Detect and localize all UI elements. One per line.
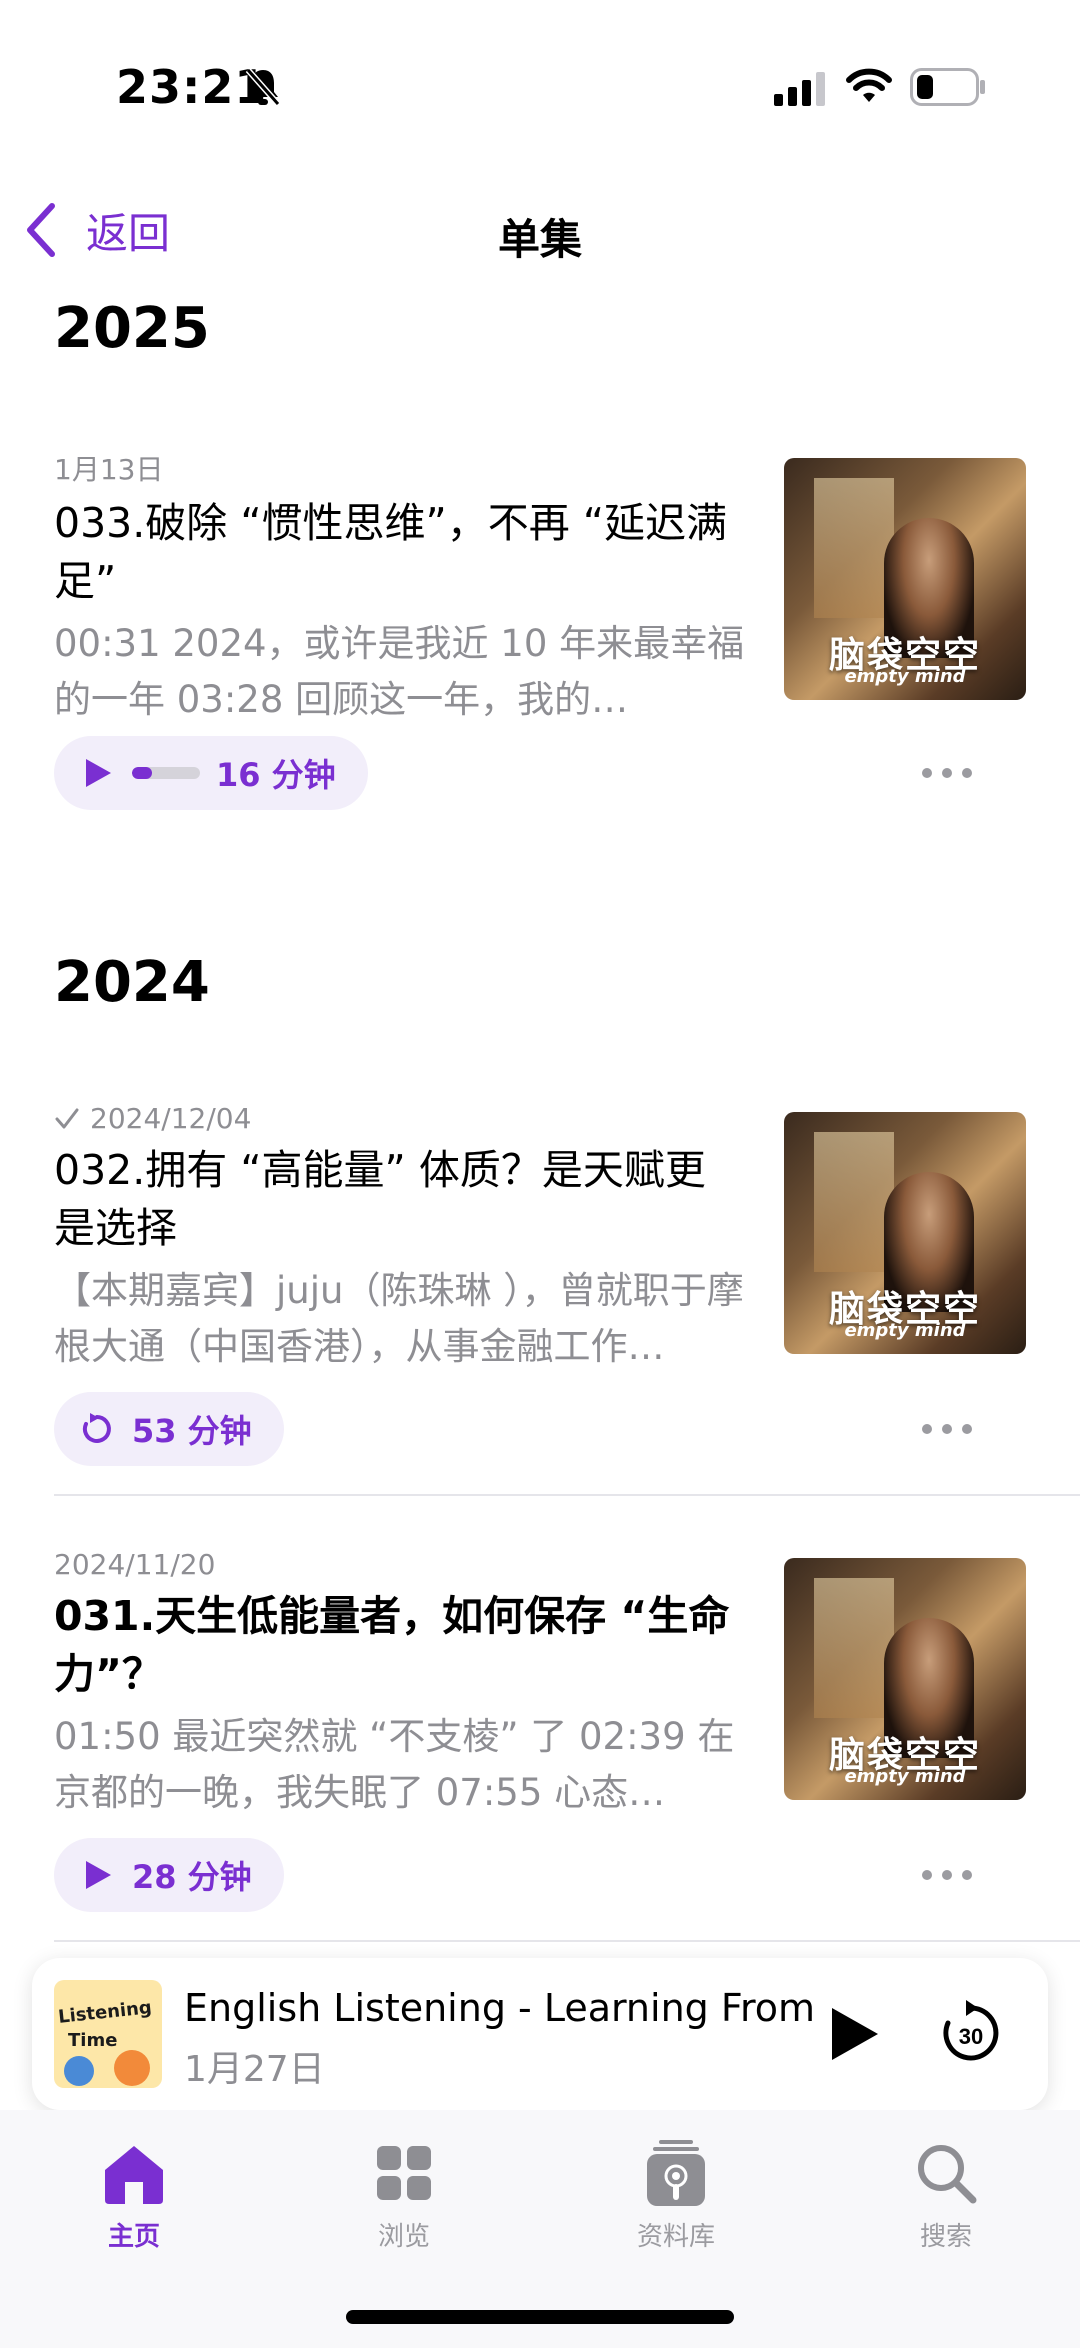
artwork-subtitle: empty mind bbox=[844, 1766, 966, 1787]
mini-art-text: Time bbox=[68, 2030, 118, 2051]
dot-icon bbox=[942, 1870, 952, 1880]
tab-library[interactable]: 资料库 bbox=[586, 2138, 766, 2278]
search-icon bbox=[918, 2145, 977, 2204]
episode-description: 00:31 2024，或许是我近 10 年来最幸福的一年 03:28 回顾这一年… bbox=[54, 622, 745, 721]
more-options-button[interactable] bbox=[922, 1865, 972, 1885]
dot-icon bbox=[922, 768, 932, 778]
dot-icon bbox=[922, 1870, 932, 1880]
status-bar: 23:21 bbox=[0, 0, 1080, 170]
episode-title: 032.拥有 “高能量” 体质？是天赋更是选择 bbox=[54, 1146, 706, 1252]
play-button[interactable]: 16 分钟 bbox=[54, 736, 368, 810]
dot-icon bbox=[962, 1870, 972, 1880]
page-title: 单集 bbox=[497, 215, 582, 264]
tab-label: 资料库 bbox=[636, 2222, 715, 2252]
episode-title: 033.破除 “惯性思维”，不再 “延迟满足” bbox=[54, 499, 728, 605]
checkmark-icon bbox=[55, 1108, 79, 1128]
progress-fill bbox=[132, 767, 153, 779]
divider bbox=[54, 1940, 1080, 1942]
library-icon bbox=[647, 2140, 705, 2206]
navigation-bar: 返回 单集 bbox=[0, 170, 1080, 290]
skip-forward-icon[interactable]: 30 bbox=[936, 1998, 1006, 2068]
tab-label: 浏览 bbox=[377, 2222, 430, 2252]
year-heading: 2024 bbox=[54, 950, 210, 1015]
play-icon bbox=[86, 759, 111, 787]
tab-label: 主页 bbox=[107, 2222, 160, 2252]
year-heading: 2025 bbox=[54, 296, 210, 361]
episode-item[interactable]: 2024/11/20 031.天生低能量者，如何保存 “生命力”？ 01:50 … bbox=[54, 1548, 1080, 1821]
episode-date-text: 2024/11/20 bbox=[54, 1548, 216, 1581]
episode-artwork: 脑袋空空 empty mind bbox=[784, 1558, 1026, 1800]
episode-artwork: 脑袋空空 empty mind bbox=[784, 458, 1026, 700]
mini-player[interactable]: Listening Time English Listening - Learn… bbox=[32, 1958, 1048, 2110]
tab-label: 搜索 bbox=[919, 2222, 972, 2252]
battery-icon bbox=[910, 68, 985, 106]
episode-item[interactable]: 1月13日 033.破除 “惯性思维”，不再 “延迟满足” 00:31 2024… bbox=[54, 448, 1080, 728]
replay-icon bbox=[82, 1413, 111, 1443]
dot-icon bbox=[942, 1424, 952, 1434]
tab-browse[interactable]: 浏览 bbox=[314, 2138, 494, 2278]
progress-bar bbox=[132, 767, 200, 779]
mini-player-date: 1月27日 bbox=[184, 2049, 325, 2090]
episode-date-text: 1月13日 bbox=[54, 453, 164, 486]
tab-home[interactable]: 主页 bbox=[44, 2138, 224, 2278]
divider bbox=[54, 1494, 1080, 1496]
artwork-subtitle: empty mind bbox=[844, 666, 966, 687]
dot-icon bbox=[922, 1424, 932, 1434]
tab-search[interactable]: 搜索 bbox=[856, 2138, 1036, 2278]
cellular-signal-icon bbox=[774, 72, 825, 106]
artwork-subtitle: empty mind bbox=[844, 1320, 966, 1341]
dot-icon bbox=[942, 768, 952, 778]
home-indicator bbox=[346, 2310, 734, 2324]
wifi-icon bbox=[846, 68, 892, 102]
home-icon bbox=[105, 2146, 163, 2204]
dot-icon bbox=[962, 1424, 972, 1434]
duration-label: 53 分钟 bbox=[132, 1412, 252, 1450]
more-options-button[interactable] bbox=[922, 763, 972, 783]
mini-player-artwork: Listening Time bbox=[54, 1980, 162, 2088]
duration-label: 28 分钟 bbox=[132, 1858, 252, 1896]
play-button[interactable]: 28 分钟 bbox=[54, 1838, 284, 1912]
skip-seconds: 30 bbox=[959, 2024, 983, 2049]
episode-description: 01:50 最近突然就 “不支棱” 了 02:39 在京都的一晚，我失眠了 07… bbox=[54, 1715, 735, 1814]
episode-date-text: 2024/12/04 bbox=[90, 1102, 252, 1135]
dot-icon bbox=[962, 768, 972, 778]
episode-item[interactable]: 2024/12/04 032.拥有 “高能量” 体质？是天赋更是选择 【本期嘉宾… bbox=[54, 1102, 1080, 1375]
episode-artwork: 脑袋空空 empty mind bbox=[784, 1112, 1026, 1354]
play-icon[interactable] bbox=[824, 2002, 884, 2066]
mini-art-text: Listening bbox=[57, 1997, 153, 2028]
episode-description: 【本期嘉宾】juju（陈珠琳 ），曾就职于摩根大通（中国香港），从事金融工作… bbox=[54, 1269, 744, 1368]
more-options-button[interactable] bbox=[922, 1419, 972, 1439]
bell-muted-icon bbox=[245, 68, 281, 106]
duration-label: 16 分钟 bbox=[216, 756, 336, 794]
replay-button[interactable]: 53 分钟 bbox=[54, 1392, 284, 1466]
grid-icon bbox=[377, 2146, 431, 2200]
episode-title: 031.天生低能量者，如何保存 “生命力”？ bbox=[54, 1592, 730, 1698]
play-icon bbox=[86, 1861, 111, 1889]
mini-player-title: English Listening - Learning From bbox=[184, 1986, 816, 2030]
